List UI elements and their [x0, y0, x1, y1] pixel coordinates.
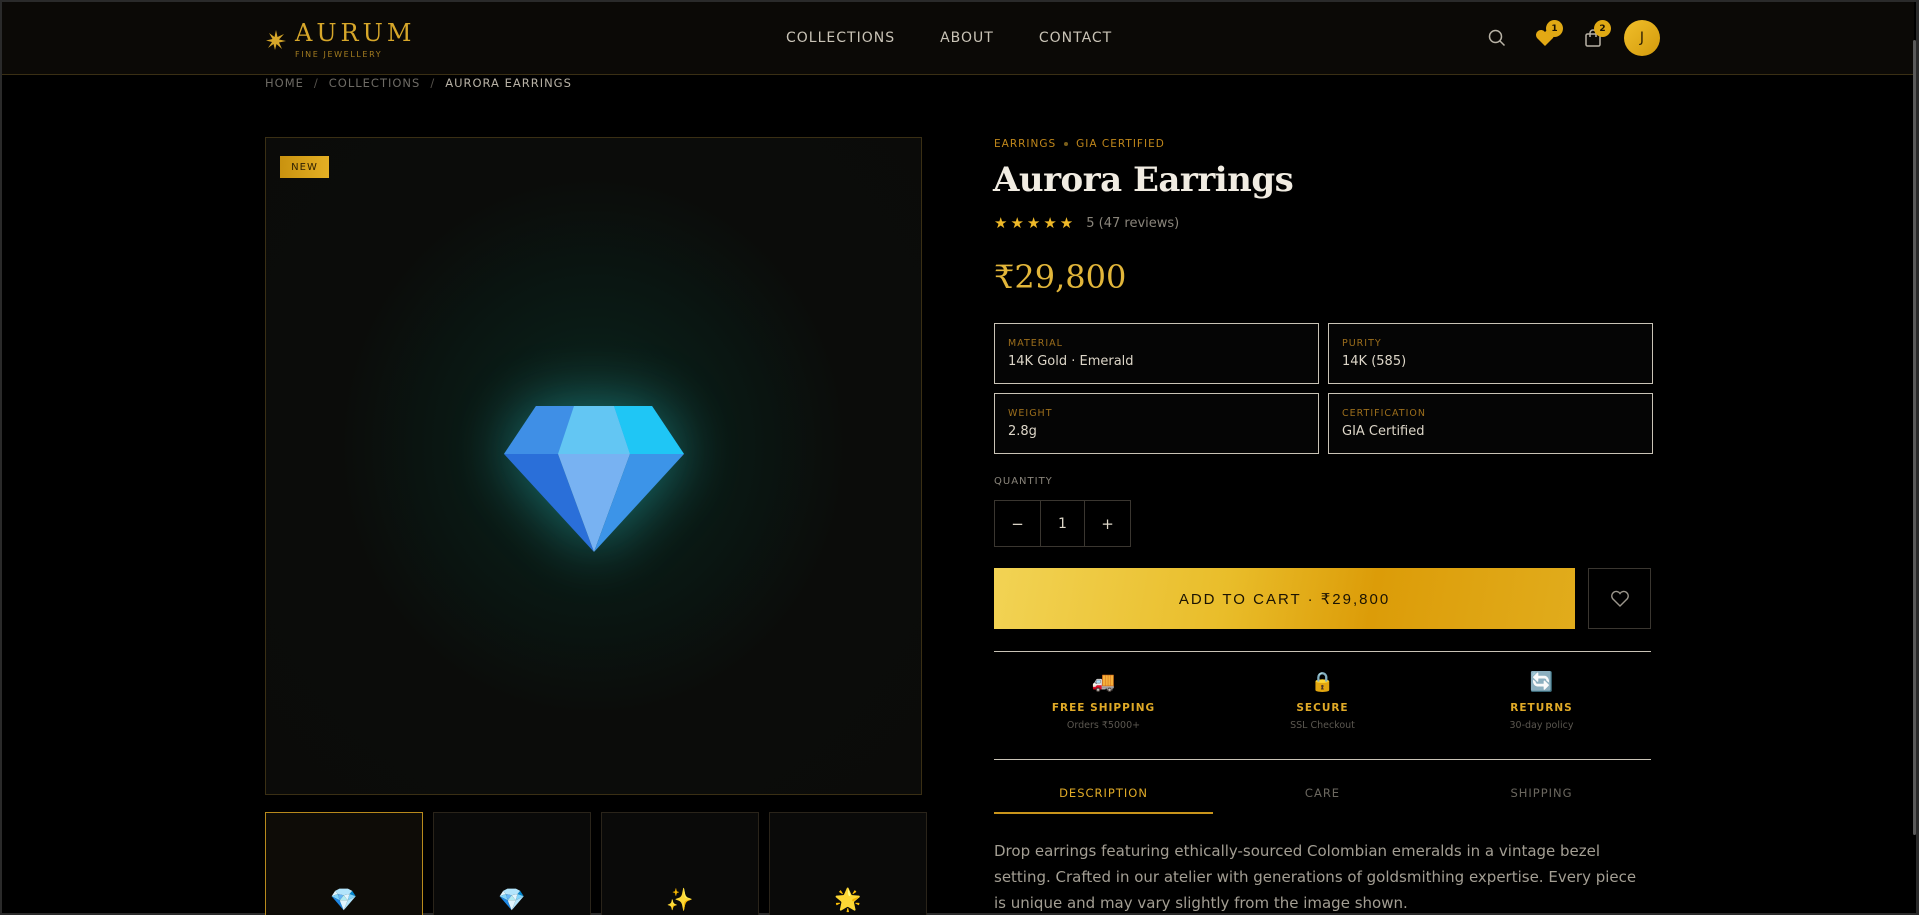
search-icon	[1488, 29, 1506, 47]
breadcrumb-current: AURORA EARRINGS	[445, 76, 572, 90]
product-meta: EARRINGS GIA CERTIFIED	[994, 138, 1165, 150]
breadcrumb-collections[interactable]: COLLECTIONS	[329, 76, 421, 90]
lock-icon: 🔒	[1310, 671, 1335, 693]
thumbnail-strip: 💎 💎 ✨ 🌟	[265, 812, 927, 915]
decrease-quantity-button[interactable]: −	[995, 501, 1040, 546]
breadcrumb: HOME / COLLECTIONS / AURORA EARRINGS	[265, 76, 572, 90]
spec-grid: MATERIAL 14K Gold · Emerald PURITY 14K (…	[994, 323, 1653, 454]
heart-outline-icon	[1610, 590, 1629, 607]
thumbnail-4[interactable]: 🌟	[769, 812, 927, 915]
thumbnail-2[interactable]: 💎	[433, 812, 591, 915]
quantity-stepper: − 1 +	[994, 500, 1131, 547]
feature-strip: 🚚 FREE SHIPPING Orders ₹5000+ 🔒 SECURE S…	[994, 651, 1651, 760]
category-label[interactable]: EARRINGS	[994, 138, 1056, 150]
nav-contact[interactable]: CONTACT	[1039, 30, 1112, 46]
spec-material: MATERIAL 14K Gold · Emerald	[994, 323, 1319, 384]
main-nav: COLLECTIONS ABOUT CONTACT	[786, 30, 1112, 46]
meta-dot	[1064, 142, 1069, 146]
cart-button[interactable]: 2	[1578, 20, 1611, 53]
user-avatar[interactable]: J	[1624, 20, 1660, 56]
logo-name: AURUM	[295, 19, 416, 47]
product-rating: ★★★★★ 5 (47 reviews)	[994, 214, 1179, 232]
tab-description[interactable]: DESCRIPTION	[994, 786, 1213, 814]
feature-shipping: 🚚 FREE SHIPPING Orders ₹5000+	[1051, 671, 1156, 731]
breadcrumb-separator: /	[430, 76, 436, 90]
breadcrumb-separator: /	[313, 76, 319, 90]
wishlist-button[interactable]: 1	[1530, 20, 1563, 53]
thumbnail-3[interactable]: ✨	[601, 812, 759, 915]
cart-count-badge: 2	[1594, 20, 1611, 37]
sparkle-logo-icon	[266, 30, 286, 50]
tab-shipping[interactable]: SHIPPING	[1432, 786, 1651, 814]
add-to-cart-button[interactable]: ADD TO CART · ₹29,800	[994, 568, 1575, 629]
breadcrumb-home[interactable]: HOME	[265, 76, 304, 90]
increase-quantity-button[interactable]: +	[1085, 501, 1130, 546]
logo[interactable]: AURUM FINE JEWELLERY	[265, 20, 415, 59]
scrollbar[interactable]	[1913, 40, 1916, 835]
logo-tagline: FINE JEWELLERY	[295, 50, 383, 59]
product-main-image[interactable]: NEW	[265, 137, 922, 795]
nav-collections[interactable]: COLLECTIONS	[786, 30, 895, 46]
thumbnail-1[interactable]: 💎	[265, 812, 423, 915]
search-button[interactable]	[1482, 23, 1512, 53]
product-price: ₹29,800	[994, 258, 1127, 296]
feature-secure: 🔒 SECURE SSL Checkout	[1290, 671, 1355, 731]
tab-care[interactable]: CARE	[1213, 786, 1432, 814]
site-header: AURUM FINE JEWELLERY COLLECTIONS ABOUT C…	[2, 2, 1914, 75]
quantity-value[interactable]: 1	[1040, 501, 1085, 546]
product-description: Drop earrings featuring ethically-source…	[994, 842, 1637, 912]
product-tabs: DESCRIPTION CARE SHIPPING	[994, 786, 1651, 814]
wishlist-count-badge: 1	[1546, 20, 1563, 37]
add-to-wishlist-button[interactable]	[1588, 568, 1651, 629]
feature-returns: 🔄 RETURNS 30-day policy	[1509, 671, 1574, 731]
star-rating-icon: ★★★★★	[994, 214, 1077, 232]
returns-icon: 🔄	[1529, 671, 1554, 693]
header-actions: 1 2 J	[1482, 20, 1660, 56]
spec-weight: WEIGHT 2.8g	[994, 393, 1319, 454]
truck-icon: 🚚	[1091, 671, 1116, 693]
certification-label: GIA CERTIFIED	[1076, 138, 1165, 150]
product-title: Aurora Earrings	[993, 160, 1294, 200]
quantity-label: QUANTITY	[994, 476, 1053, 487]
rating-text[interactable]: 5 (47 reviews)	[1086, 216, 1179, 231]
diamond-icon	[504, 406, 684, 552]
spec-certification: CERTIFICATION GIA Certified	[1328, 393, 1653, 454]
spec-purity: PURITY 14K (585)	[1328, 323, 1653, 384]
new-badge: NEW	[280, 156, 329, 178]
nav-about[interactable]: ABOUT	[940, 30, 994, 46]
